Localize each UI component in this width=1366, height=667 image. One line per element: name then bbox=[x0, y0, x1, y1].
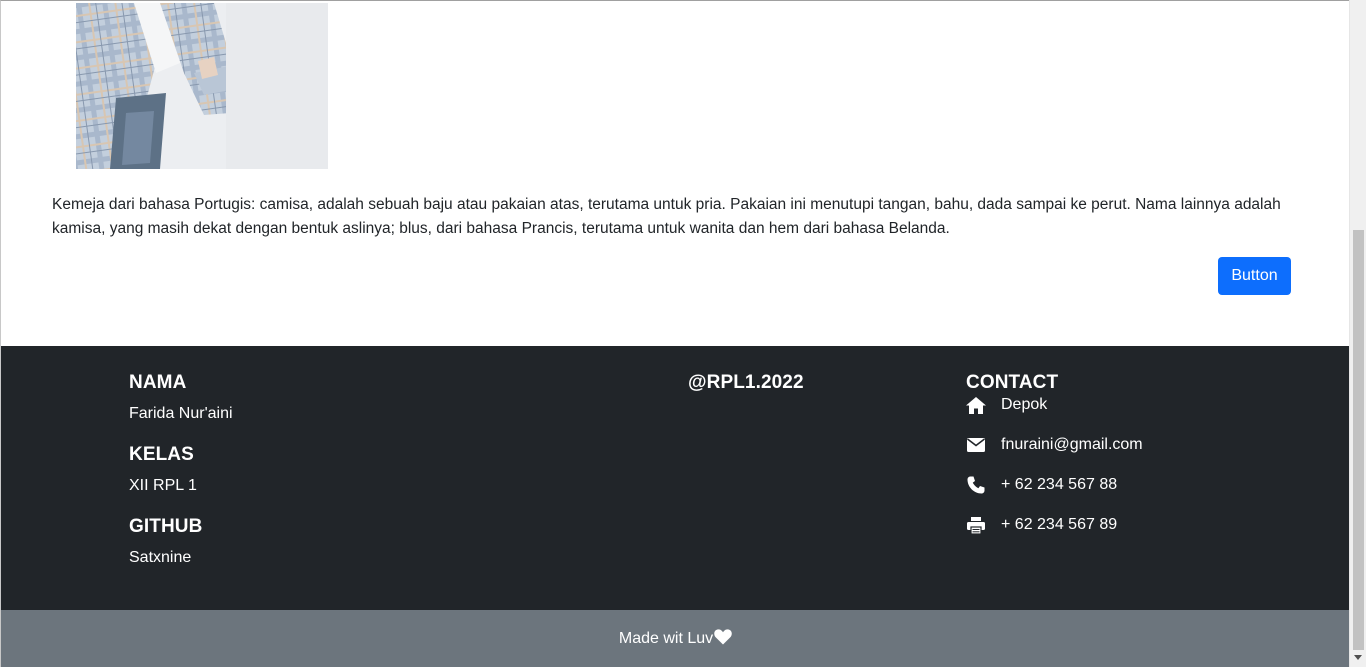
scrollbar-thumb[interactable] bbox=[1353, 230, 1364, 650]
printer-icon bbox=[966, 516, 986, 534]
contact-heading: CONTACT bbox=[966, 372, 1059, 393]
kelas-value: XII RPL 1 bbox=[129, 477, 197, 494]
product-description: Kemeja dari bahasa Portugis: camisa, ada… bbox=[52, 196, 1281, 237]
scroll-down-arrow-icon[interactable] bbox=[1354, 655, 1362, 660]
contact-phone-text: + 62 234 567 88 bbox=[1001, 476, 1118, 493]
github-value: Satxnine bbox=[129, 549, 192, 566]
phone-icon bbox=[966, 476, 986, 494]
product-image bbox=[76, 3, 328, 169]
kelas-heading: KELAS bbox=[129, 444, 194, 465]
contact-address-text: Depok bbox=[1001, 396, 1048, 413]
bottom-bar: Made wit Luv bbox=[1, 610, 1349, 667]
contact-phone: + 62 234 567 88 bbox=[966, 476, 1117, 494]
envelope-icon bbox=[966, 436, 986, 454]
home-icon bbox=[966, 396, 986, 414]
contact-email: fnuraini@gmail.com bbox=[966, 436, 1143, 454]
site-footer: NAMA Farida Nur'aini KELAS XII RPL 1 GIT… bbox=[1, 346, 1349, 610]
primary-button[interactable]: Button bbox=[1218, 257, 1291, 295]
bottom-bar-text: Made wit Luv bbox=[618, 630, 714, 647]
contact-email-text: fnuraini@gmail.com bbox=[1001, 436, 1143, 453]
contact-address: Depok bbox=[966, 396, 1047, 414]
handle-heading: @RPL1.2022 bbox=[688, 372, 804, 393]
nama-heading: NAMA bbox=[129, 372, 187, 393]
heart-icon bbox=[714, 628, 732, 650]
nama-value: Farida Nur'aini bbox=[129, 405, 233, 422]
vertical-scrollbar[interactable] bbox=[1349, 0, 1366, 667]
contact-fax-text: + 62 234 567 89 bbox=[1001, 516, 1118, 533]
github-heading: GITHUB bbox=[129, 516, 203, 537]
page-viewport: Kemeja dari bahasa Portugis: camisa, ada… bbox=[0, 0, 1349, 667]
contact-fax: + 62 234 567 89 bbox=[966, 516, 1117, 534]
